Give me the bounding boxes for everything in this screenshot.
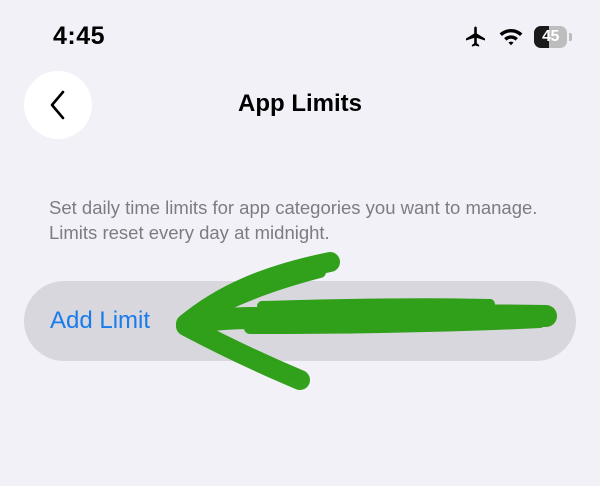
description-text: Set daily time limits for app categories… bbox=[49, 197, 538, 243]
status-bar: 4:45 45 bbox=[0, 0, 600, 72]
airplane-icon bbox=[464, 25, 488, 49]
battery-icon: 45 bbox=[534, 25, 572, 49]
add-limit-button[interactable]: Add Limit bbox=[24, 281, 576, 361]
battery-cap bbox=[569, 33, 572, 41]
page-title: App Limits bbox=[238, 90, 362, 117]
add-limit-label: Add Limit bbox=[50, 307, 151, 334]
battery-body: 45 bbox=[534, 26, 567, 48]
wifi-icon bbox=[498, 26, 524, 48]
battery-level: 45 bbox=[542, 28, 559, 45]
status-time: 4:45 bbox=[53, 22, 106, 50]
status-icons: 45 bbox=[464, 25, 572, 49]
